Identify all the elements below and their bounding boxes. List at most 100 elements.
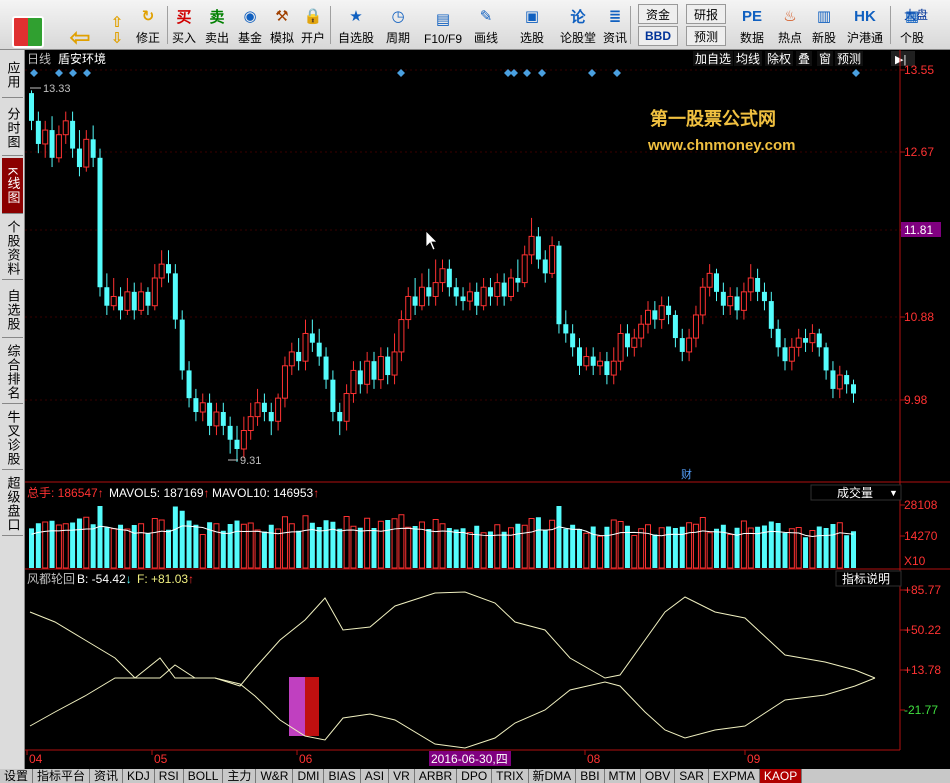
toolbar-button-15[interactable]: ♨ 热点 [778, 2, 802, 48]
bottom-tab-1[interactable]: 设置 [0, 769, 34, 783]
candle-body [288, 351, 295, 367]
toolbar-button-3[interactable]: 卖卖出 [205, 2, 229, 48]
home-button[interactable] [8, 6, 48, 52]
left-tab-4[interactable]: 个股资料 [2, 216, 23, 280]
toolbar-button-11[interactable]: ▣ 选股 [520, 2, 544, 48]
indicator-axis-label: +50.22 [904, 623, 941, 637]
bottom-tab-9[interactable]: DMI [293, 769, 325, 783]
toolbar-button-1[interactable]: ↻ 修正 [136, 2, 160, 48]
candle-body [809, 332, 816, 344]
bottom-tab-22[interactable]: KAOP [759, 769, 803, 783]
candle-body [357, 370, 363, 385]
bottom-tab-10[interactable]: BIAS [324, 769, 361, 783]
bottom-tab-19[interactable]: OBV [641, 769, 676, 783]
candle-body [199, 402, 206, 413]
volume-bar [426, 529, 432, 568]
volume-bar [118, 524, 124, 568]
bottom-tab-3[interactable]: 资讯 [90, 769, 124, 783]
bottom-tab-14[interactable]: DPO [457, 769, 493, 783]
bottom-tab-5[interactable]: RSI [155, 769, 184, 783]
candle-body [55, 134, 62, 159]
bottom-tab-11[interactable]: ASI [361, 769, 390, 783]
candle-body [124, 291, 131, 311]
toolbar-button-18[interactable]: ▦ 个股 [900, 2, 924, 48]
left-tab-label: 应用 [5, 60, 21, 89]
volume-bar [480, 532, 487, 569]
bottom-tab-12[interactable]: VR [389, 769, 415, 783]
volume-bar [836, 522, 843, 569]
high-annotation: 13.33 [43, 83, 71, 95]
volume-bar [542, 529, 548, 568]
period-label[interactable]: 日线 [27, 52, 51, 66]
volume-bar [323, 520, 329, 568]
volume-bar [213, 523, 220, 569]
bottom-tab-6[interactable]: BOLL [184, 769, 224, 783]
bottom-tab-7[interactable]: 主力 [223, 769, 257, 783]
toolbar-button-16[interactable]: ▥ 新股 [812, 2, 836, 48]
volume-bar [186, 520, 192, 568]
candle-body [494, 282, 501, 297]
volume-bar [227, 524, 233, 568]
indicator-b-value: B: -54.42↓ [77, 572, 132, 586]
candle-body [247, 416, 254, 432]
left-tab-3[interactable]: K线图 [2, 158, 23, 214]
toolbar-button-7[interactable]: ★ 自选股 [338, 2, 374, 48]
candle-body [323, 356, 329, 380]
forecast-button[interactable]: 预测 [686, 26, 726, 46]
volume-bar [281, 516, 288, 569]
bottom-tab-20[interactable]: SAR [675, 769, 709, 783]
chart-area[interactable]: 日线 盾安环境 加自选 均线 除权叠窗预测 ▶| 13.55 12.67 11.81 10… [25, 50, 950, 770]
bottom-tab-2[interactable]: 指标平台 [33, 769, 91, 783]
volume-axis-label: 14270 [904, 529, 938, 543]
forecast-label: 预测 [693, 29, 718, 44]
left-tab-5[interactable]: 自选股 [2, 282, 23, 338]
candle-body [316, 342, 322, 357]
candle-body [570, 333, 576, 348]
volume-bar [49, 520, 55, 568]
hk-icon: HK [854, 7, 876, 25]
left-tab-2[interactable]: 分时图 [2, 100, 23, 156]
up-down-button[interactable]: ⇧ ⇩ [104, 2, 130, 48]
research-button[interactable]: 研报 [686, 4, 726, 24]
toolbar-button-2[interactable]: 买买入 [172, 2, 196, 48]
toolbar-button-label: 自选股 [338, 31, 375, 45]
toolbar-button-17[interactable]: HK 沪港通 [847, 2, 883, 48]
volume-bar [666, 526, 672, 568]
bottom-tab-8[interactable]: W&R [256, 769, 294, 783]
left-tab-7[interactable]: 牛叉诊股 [2, 406, 23, 470]
bottom-tab-15[interactable]: TRIX [492, 769, 529, 783]
left-tab-1[interactable]: 应用 [2, 52, 23, 98]
left-tab-8[interactable]: 超级盘口 [2, 472, 23, 536]
bbd-button[interactable]: BBD [638, 26, 678, 46]
toolbar-button-6[interactable]: 🔒 开户 [301, 2, 325, 48]
bottom-tab-18[interactable]: MTM [605, 769, 641, 783]
left-tab-6[interactable]: 综合排名 [2, 340, 23, 404]
back-button[interactable]: ⇦ [62, 6, 98, 52]
toolbar-button-9[interactable]: ▤ F10/F9 [424, 2, 462, 48]
chart-svg[interactable]: 日线 盾安环境 加自选 均线 除权叠窗预测 ▶| 13.5512.6711.8110… [25, 50, 950, 770]
financial-report-marker[interactable]: 财 [681, 467, 692, 481]
indicator-name: 风都轮回 [27, 572, 75, 586]
forum-icon: 论 [570, 8, 586, 26]
toolbar-button-13[interactable]: ≣ 资讯 [603, 2, 627, 48]
bottom-tab-21[interactable]: EXPMA [709, 769, 760, 783]
stock-icon: ▦ [904, 8, 920, 25]
toolbar-button-14[interactable]: PE 数据 [740, 2, 764, 48]
toolbar-button-10[interactable]: ✎ 画线 [474, 2, 498, 48]
candle-body [104, 287, 110, 306]
toolbar-button-12[interactable]: 论论股堂 [560, 2, 596, 48]
toolbar-button-8[interactable]: ◷ 周期 [386, 2, 410, 48]
candle-body [398, 319, 405, 353]
toolbar-button-4[interactable]: ◉ 基金 [238, 2, 262, 48]
volume-bar [131, 525, 137, 568]
fund-flow-button[interactable]: 资金 [638, 4, 678, 24]
bottom-tab-16[interactable]: 新DMA [529, 769, 577, 783]
bottom-tab-13[interactable]: ARBR [415, 769, 458, 783]
watermark-title: 第一股票公式网 [650, 108, 776, 129]
bottom-tab-4[interactable]: KDJ [123, 769, 155, 783]
toolbar-button-5[interactable]: ⚒ 模拟 [270, 2, 294, 48]
chevron-down-icon: ▼ [889, 488, 898, 498]
bottom-tab-17[interactable]: BBI [576, 769, 605, 783]
volume-bar [166, 529, 171, 568]
candle-body [617, 332, 624, 362]
